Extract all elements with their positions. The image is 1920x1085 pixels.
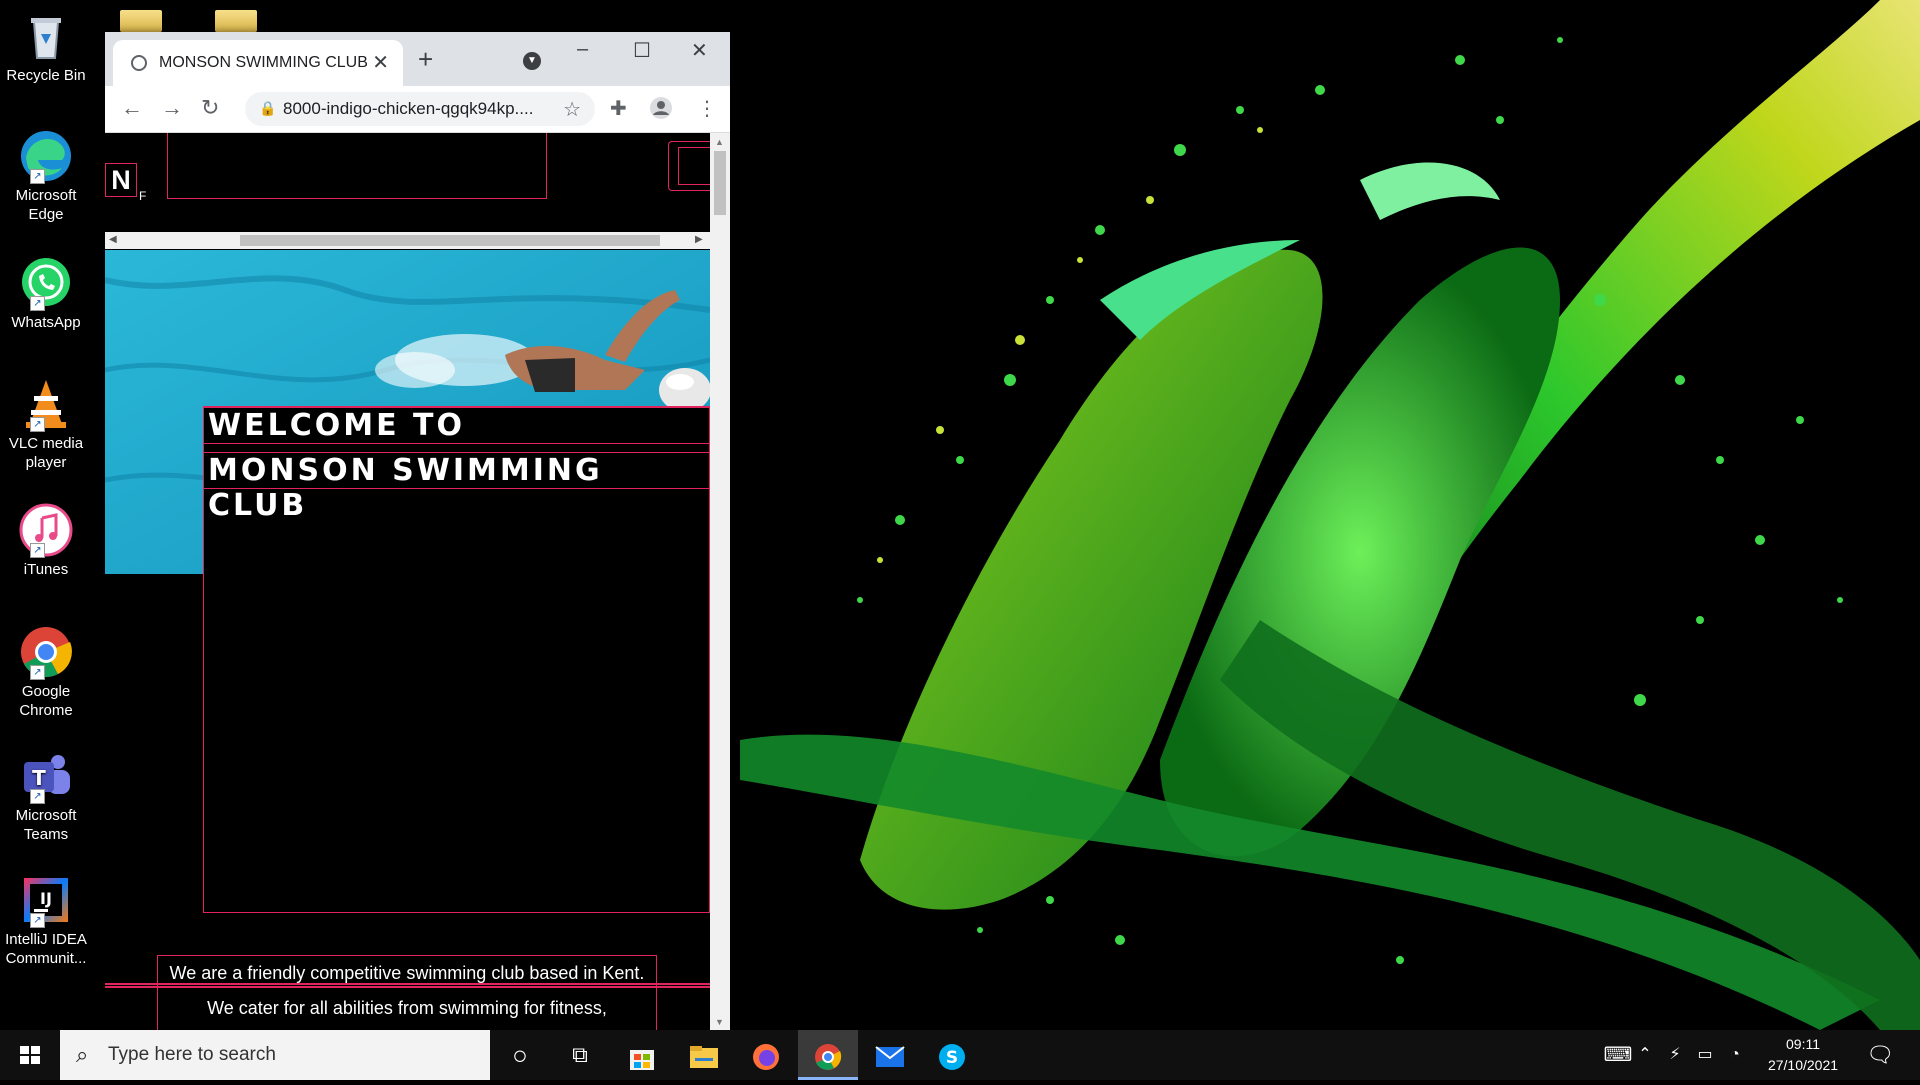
vertical-scrollbar[interactable]: ▲ ▼ bbox=[710, 133, 730, 1030]
page-viewport[interactable]: N F ◀ ▶ WELCOME TO MONSON SWIMMING CLUB … bbox=[105, 133, 710, 1030]
firefox-icon[interactable] bbox=[736, 1030, 796, 1080]
profile-avatar-icon[interactable] bbox=[649, 96, 673, 126]
desktop-icon-whatsapp[interactable]: ↗ WhatsApp bbox=[2, 255, 90, 332]
desktop-icon-recycle-bin[interactable]: Recycle Bin bbox=[2, 8, 90, 85]
network-icon[interactable]: ⚡ bbox=[1660, 1030, 1690, 1080]
desktop-icon-edge[interactable]: ↗ Microsoft Edge bbox=[2, 128, 90, 224]
tab-close-icon[interactable]: ✕ bbox=[372, 50, 389, 75]
url-text[interactable]: 8000-indigo-chicken-qgqk94kp.... bbox=[283, 99, 533, 119]
desktop-icon-vlc[interactable]: ↗ VLC media player bbox=[2, 376, 90, 472]
clock-date: 27/10/2021 bbox=[1767, 1057, 1839, 1073]
task-view-icon[interactable]: ⧉ bbox=[550, 1030, 610, 1080]
browser-tab[interactable]: MONSON SWIMMING CLUB ✕ bbox=[113, 40, 403, 86]
store-icon[interactable] bbox=[612, 1030, 672, 1080]
about-text-box: We are a friendly competitive swimming c… bbox=[157, 955, 657, 1030]
scroll-up-arrow-icon[interactable]: ▲ bbox=[715, 137, 724, 147]
notifications-icon[interactable]: 🗨 bbox=[1850, 1030, 1910, 1080]
nav-logo-letter[interactable]: N bbox=[105, 164, 137, 197]
desktop-icon-chrome[interactable]: ↗ Google Chrome bbox=[2, 624, 90, 720]
scroll-right-arrow-icon[interactable]: ▶ bbox=[695, 234, 703, 245]
scroll-left-arrow-icon[interactable]: ◀ bbox=[109, 234, 117, 245]
vlc-icon: ↗ bbox=[18, 376, 74, 432]
welcome-heading-line-1: WELCOME TO bbox=[204, 407, 709, 444]
tab-title: MONSON SWIMMING CLUB bbox=[159, 54, 368, 71]
desktop-icon-intellij[interactable]: IJ ↗ IntelliJ IDEA Communit... bbox=[2, 872, 90, 968]
maximize-button[interactable]: ☐ bbox=[633, 38, 651, 63]
bookmark-star-icon[interactable]: ☆ bbox=[563, 97, 581, 122]
itunes-icon: ↗ bbox=[18, 502, 74, 558]
desktop-icon-itunes[interactable]: ↗ iTunes bbox=[2, 502, 90, 579]
cortana-icon[interactable]: ○ bbox=[490, 1030, 550, 1080]
desktop-icon-label: Google Chrome bbox=[19, 683, 73, 719]
tab-search-icon[interactable]: ▼ bbox=[523, 52, 541, 70]
whatsapp-icon: ↗ bbox=[18, 255, 74, 311]
desktop-icon-label: WhatsApp bbox=[11, 314, 81, 331]
desktop-icon-label: Microsoft Edge bbox=[15, 187, 77, 223]
chrome-taskbar-icon[interactable] bbox=[798, 1030, 858, 1080]
browser-toolbar: ← → ↻ 🔒 8000-indigo-chicken-qgqk94kp....… bbox=[105, 86, 730, 133]
horizontal-scrollbar[interactable]: ◀ ▶ bbox=[105, 232, 710, 249]
skype-icon[interactable]: S bbox=[922, 1030, 982, 1080]
extensions-puzzle-icon[interactable]: ✚ bbox=[610, 96, 627, 121]
nav-links-box[interactable] bbox=[167, 133, 547, 199]
desktop-icon-label: IntelliJ IDEA Communit... bbox=[5, 931, 87, 967]
folder-icon[interactable] bbox=[120, 10, 162, 32]
welcome-heading-line-2: MONSON SWIMMING CLUB bbox=[204, 452, 709, 523]
desktop-icon-label: Recycle Bin bbox=[6, 67, 86, 84]
menu-kebab-icon[interactable]: ⋮ bbox=[697, 96, 717, 121]
reload-icon[interactable]: ↻ bbox=[201, 95, 219, 121]
taskbar-search-box[interactable]: ⌕ Type here to search bbox=[60, 1030, 490, 1080]
clock-time: 09:11 bbox=[1786, 1036, 1820, 1052]
folder-icon[interactable] bbox=[215, 10, 257, 32]
nav-button-inner bbox=[678, 147, 710, 185]
back-arrow-icon[interactable]: ← bbox=[121, 95, 143, 121]
globe-icon bbox=[131, 55, 147, 71]
svg-text:IJ: IJ bbox=[40, 889, 52, 908]
search-placeholder[interactable]: Type here to search bbox=[108, 1044, 276, 1066]
edge-icon: ↗ bbox=[18, 128, 74, 184]
vertical-scroll-thumb[interactable] bbox=[714, 151, 726, 215]
svg-text:T: T bbox=[32, 766, 46, 790]
taskbar-clock[interactable]: 09:11 27/10/2021 bbox=[1758, 1034, 1848, 1076]
scroll-down-arrow-icon[interactable]: ▼ bbox=[715, 1017, 724, 1027]
teams-icon: T ↗ bbox=[18, 748, 74, 804]
forward-arrow-icon[interactable]: → bbox=[161, 95, 183, 121]
minimize-button[interactable]: – bbox=[577, 38, 588, 61]
search-icon: ⌕ bbox=[76, 1042, 89, 1067]
nav-partial-text: F bbox=[139, 189, 147, 203]
show-hidden-icons-chevron-icon[interactable]: ⌃ bbox=[1630, 1030, 1660, 1080]
battery-icon[interactable]: ▭ bbox=[1690, 1030, 1720, 1080]
tab-strip: MONSON SWIMMING CLUB ✕ + ▼ – ☐ ✕ bbox=[105, 32, 730, 86]
file-explorer-icon[interactable] bbox=[674, 1030, 734, 1080]
wifi-icon[interactable]: ◔ bbox=[1720, 1030, 1750, 1080]
close-window-button[interactable]: ✕ bbox=[691, 38, 708, 63]
desktop-icon-label: iTunes bbox=[23, 561, 69, 578]
intellij-icon: IJ ↗ bbox=[18, 872, 74, 928]
taskbar: ⌕ Type here to search ○ ⧉ S ⌨ ⌃ ⚡ ▭ ◔ 09… bbox=[0, 1030, 1920, 1080]
address-bar[interactable]: 🔒 8000-indigo-chicken-qgqk94kp.... ☆ bbox=[245, 92, 595, 126]
recycle-bin-icon bbox=[18, 8, 74, 64]
windows-logo-icon bbox=[20, 1046, 40, 1064]
new-tab-button[interactable]: + bbox=[418, 44, 433, 75]
lock-icon[interactable]: 🔒 bbox=[259, 100, 276, 117]
chrome-icon: ↗ bbox=[18, 624, 74, 680]
start-button[interactable] bbox=[0, 1030, 60, 1080]
about-text: We are a friendly competitive swimming c… bbox=[169, 963, 645, 1018]
desktop-icon-teams[interactable]: T ↗ Microsoft Teams bbox=[2, 748, 90, 844]
browser-window[interactable]: MONSON SWIMMING CLUB ✕ + ▼ – ☐ ✕ ← → ↻ 🔒… bbox=[105, 32, 730, 1030]
desktop-icon-label: VLC media player bbox=[8, 435, 84, 471]
mail-icon[interactable] bbox=[860, 1030, 920, 1080]
horizontal-scroll-thumb[interactable] bbox=[240, 235, 660, 246]
desktop-icon-label: Microsoft Teams bbox=[15, 807, 77, 843]
svg-text:S: S bbox=[946, 1048, 958, 1068]
welcome-heading-box: WELCOME TO MONSON SWIMMING CLUB bbox=[203, 406, 710, 913]
